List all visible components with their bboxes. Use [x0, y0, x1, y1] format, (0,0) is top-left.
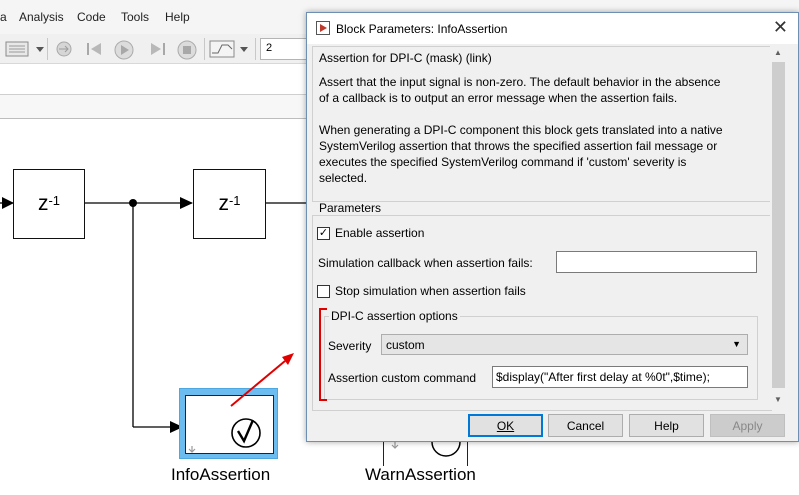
annotation-overlay [230, 308, 327, 407]
annotation-arrow-line [230, 360, 286, 407]
annotation-bracket [319, 308, 327, 401]
